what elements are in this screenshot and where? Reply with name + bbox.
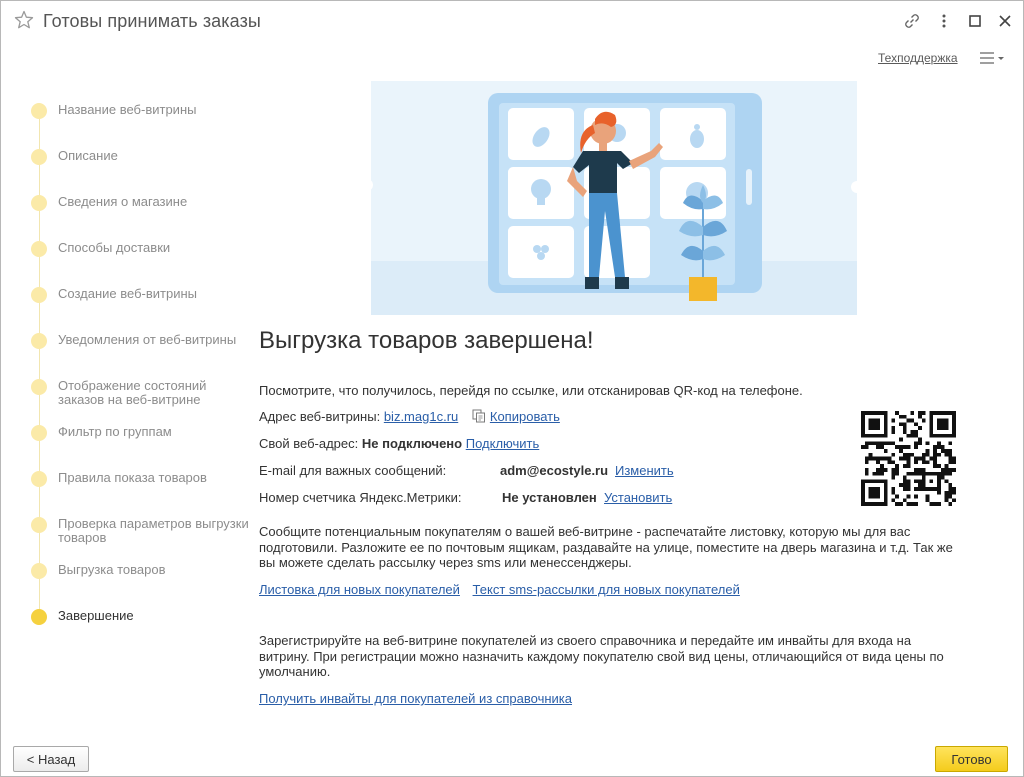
own-address-value: Не подключено bbox=[361, 436, 463, 451]
step-item[interactable]: Название веб-витрины bbox=[31, 103, 256, 119]
step-item[interactable]: Выгрузка товаров bbox=[31, 563, 256, 579]
done-button[interactable]: Готово bbox=[935, 746, 1008, 772]
promo-text: Сообщите потенциальным покупателям о ваш… bbox=[259, 524, 953, 570]
invites-row: Получить инвайты для покупателей из спра… bbox=[259, 691, 572, 706]
email-row: E-mail для важных сообщений: adm@ecostyl… bbox=[259, 463, 674, 478]
step-item[interactable]: Описание bbox=[31, 149, 256, 165]
step-label: Название веб-витрины bbox=[58, 102, 197, 117]
intro-text: Посмотрите, что получилось, перейдя по с… bbox=[259, 383, 803, 398]
copy-link[interactable]: Копировать bbox=[490, 409, 560, 424]
step-label: Сведения о магазине bbox=[58, 194, 188, 209]
step-item[interactable]: Создание веб-витрины bbox=[31, 287, 256, 303]
step-label: Описание bbox=[58, 148, 118, 163]
address-row: Адрес веб-витрины: biz.mag1c.ru Копирова… bbox=[259, 409, 560, 426]
metrika-value: Не установлен bbox=[502, 490, 597, 505]
star-icon[interactable] bbox=[13, 9, 35, 31]
step-item[interactable]: Отображение состояний заказов на веб-вит… bbox=[31, 379, 256, 407]
step-label: Уведомления от веб-витрины bbox=[58, 332, 237, 347]
step-label: Создание веб-витрины bbox=[58, 286, 198, 301]
close-icon[interactable] bbox=[994, 10, 1016, 32]
address-link[interactable]: biz.mag1c.ru bbox=[384, 409, 458, 424]
maximize-icon[interactable] bbox=[964, 10, 986, 32]
step-dot bbox=[31, 103, 47, 119]
install-metrika-link[interactable]: Установить bbox=[604, 490, 672, 505]
step-label: Фильтр по группам bbox=[58, 424, 172, 439]
step-item[interactable]: Проверка параметров выгрузки товаров bbox=[31, 517, 256, 545]
step-item[interactable]: Уведомления от веб-витрины bbox=[31, 333, 256, 349]
step-item[interactable]: Фильтр по группам bbox=[31, 425, 256, 441]
step-label: Отображение состояний заказов на веб-вит… bbox=[58, 378, 207, 407]
step-dot bbox=[31, 195, 47, 211]
wizard-window: Готовы принимать заказы Техподдержка Наз… bbox=[0, 0, 1024, 777]
step-dot bbox=[31, 149, 47, 165]
email-value: adm@ecostyle.ru bbox=[500, 463, 609, 478]
page-heading: Выгрузка товаров завершена! bbox=[259, 327, 594, 354]
sms-text-link[interactable]: Текст sms-рассылки для новых покупателей bbox=[473, 582, 740, 597]
connect-link[interactable]: Подключить bbox=[466, 436, 540, 451]
step-dot bbox=[31, 471, 47, 487]
step-item[interactable]: Способы доставки bbox=[31, 241, 256, 257]
address-label: Адрес веб-витрины: bbox=[259, 409, 381, 424]
promo-links-row: Листовка для новых покупателей Текст sms… bbox=[259, 582, 740, 597]
get-invites-link[interactable]: Получить инвайты для покупателей из спра… bbox=[259, 691, 572, 706]
change-email-link[interactable]: Изменить bbox=[615, 463, 674, 478]
step-dot bbox=[31, 333, 47, 349]
step-label: Проверка параметров выгрузки товаров bbox=[58, 516, 249, 545]
email-label: E-mail для важных сообщений: bbox=[259, 463, 447, 478]
window-title: Готовы принимать заказы bbox=[43, 11, 261, 31]
step-dot bbox=[31, 379, 47, 395]
step-label: Правила показа товаров bbox=[58, 470, 207, 485]
hero-illustration bbox=[371, 81, 857, 315]
own-address-label: Свой веб-адрес: bbox=[259, 436, 359, 451]
step-dot bbox=[31, 425, 47, 441]
copy-icon[interactable] bbox=[472, 409, 486, 426]
metrika-label: Номер счетчика Яндекс.Метрики: bbox=[259, 490, 462, 505]
step-label: Способы доставки bbox=[58, 240, 171, 255]
step-item[interactable]: Правила показа товаров bbox=[31, 471, 256, 487]
step-label: Выгрузка товаров bbox=[58, 562, 166, 577]
step-item[interactable]: Завершение bbox=[31, 609, 256, 625]
flyer-link[interactable]: Листовка для новых покупателей bbox=[259, 582, 460, 597]
support-link[interactable]: Техподдержка bbox=[878, 51, 958, 65]
hamburger-menu-icon[interactable] bbox=[979, 50, 1007, 66]
step-dot bbox=[31, 609, 47, 625]
step-item[interactable]: Сведения о магазине bbox=[31, 195, 256, 211]
metrika-row: Номер счетчика Яндекс.Метрики: Не устано… bbox=[259, 490, 672, 505]
step-label: Завершение bbox=[58, 608, 134, 623]
step-dot bbox=[31, 517, 47, 533]
own-address-row: Свой веб-адрес: Не подключено Подключить bbox=[259, 436, 539, 451]
step-dot bbox=[31, 287, 47, 303]
register-text: Зарегистрируйте на веб-витрине покупател… bbox=[259, 633, 944, 679]
link-icon[interactable] bbox=[901, 10, 923, 32]
title-bar: Готовы принимать заказы bbox=[1, 1, 1023, 41]
qr-code-icon bbox=[861, 411, 956, 506]
more-vertical-icon[interactable] bbox=[933, 10, 955, 32]
back-button[interactable]: < Назад bbox=[13, 746, 89, 772]
step-dot bbox=[31, 241, 47, 257]
step-dot bbox=[31, 563, 47, 579]
